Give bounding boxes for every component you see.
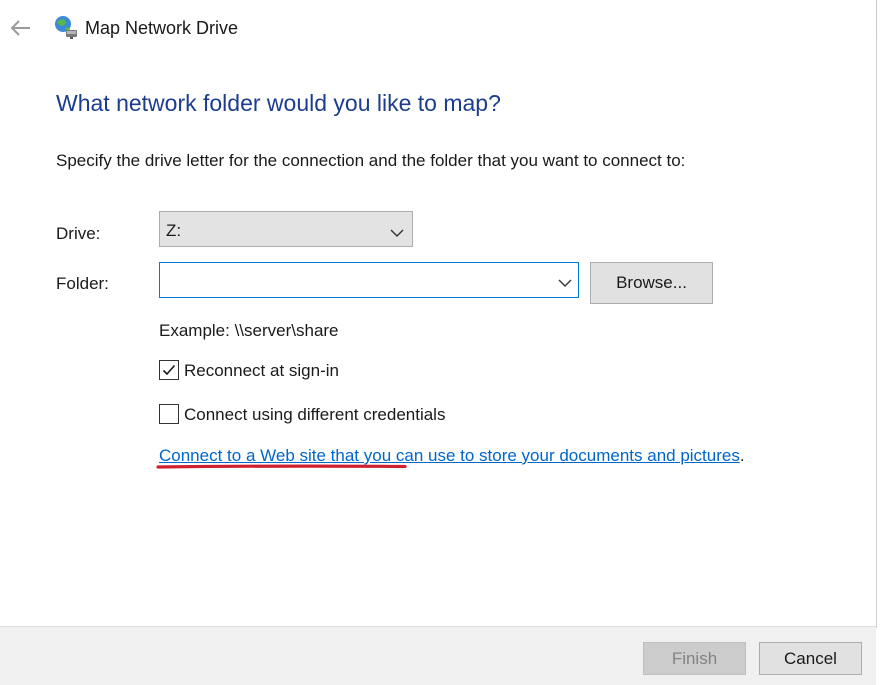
checkmark-icon (162, 364, 176, 376)
network-drive-icon (53, 14, 79, 40)
example-text: Example: \\server\share (159, 321, 339, 340)
folder-dropdown-button[interactable] (552, 263, 578, 297)
chevron-down-icon (558, 275, 572, 287)
red-annotation-underline (156, 464, 407, 469)
folder-combobox[interactable] (159, 262, 579, 298)
folder-input[interactable] (162, 265, 542, 295)
instruction-text: Specify the drive letter for the connect… (56, 151, 686, 170)
window-title: Map Network Drive (85, 18, 239, 38)
back-arrow-icon[interactable] (8, 16, 34, 40)
folder-label: Folder: (56, 274, 109, 293)
dialog-footer: Finish Cancel (0, 626, 876, 685)
reconnect-checkbox[interactable] (159, 360, 179, 380)
credentials-checkbox[interactable] (159, 404, 179, 424)
browse-button[interactable]: Browse... (590, 262, 713, 304)
page-heading: What network folder would you like to ma… (56, 90, 501, 116)
drive-label: Drive: (56, 224, 101, 243)
cancel-button[interactable]: Cancel (759, 642, 862, 675)
adjacent-window-edge (876, 0, 886, 38)
drive-letter-select[interactable]: Z: (159, 211, 413, 247)
credentials-label: Connect using different credentials (184, 405, 446, 424)
reconnect-label: Reconnect at sign-in (184, 361, 339, 380)
web-link-period: . (739, 446, 745, 465)
chevron-down-icon (390, 225, 404, 237)
finish-button[interactable]: Finish (643, 642, 746, 675)
window-border (876, 38, 886, 628)
drive-letter-value: Z: (166, 221, 182, 240)
